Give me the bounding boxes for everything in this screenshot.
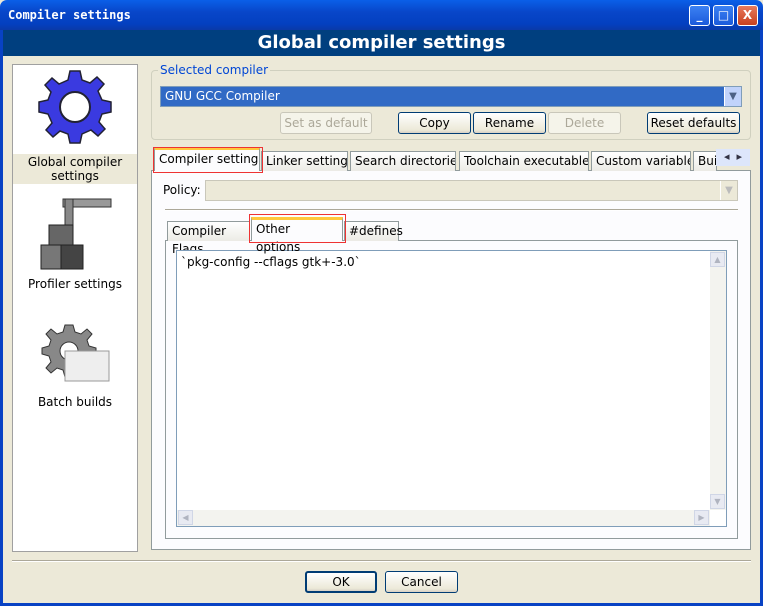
ok-button[interactable]: OK — [305, 571, 377, 593]
sidebar: Global compiler settings Profiler settin… — [12, 64, 138, 552]
chevron-down-icon[interactable]: ▼ — [724, 87, 741, 106]
horizontal-scrollbar[interactable]: ◀ ▶ — [177, 510, 710, 526]
scroll-right-icon[interactable]: ▶ — [694, 510, 709, 525]
separator — [12, 560, 751, 562]
other-options-text: `pkg-config --cflags gtk+-3.0` — [181, 255, 361, 269]
close-button[interactable]: X — [737, 5, 758, 26]
chevron-down-icon[interactable]: ▼ — [720, 181, 737, 200]
batch-builds-icon — [41, 324, 110, 382]
policy-select[interactable]: ▼ — [205, 180, 738, 201]
tab-linker-settings[interactable]: Linker settings — [261, 151, 348, 171]
maximize-button[interactable]: □ — [713, 5, 734, 26]
delete-button[interactable]: Delete — [548, 112, 621, 134]
window-title: Compiler settings — [8, 8, 131, 22]
tab-custom-variables[interactable]: Custom variables — [591, 151, 691, 171]
tab-scroll-right-icon[interactable]: ▸ — [737, 150, 743, 163]
sidebar-item-batch-builds[interactable]: Batch builds — [13, 321, 137, 410]
compiler-select-value: GNU GCC Compiler — [165, 89, 280, 103]
sidebar-item-profiler-settings[interactable]: Profiler settings — [13, 189, 137, 292]
gear-icon — [38, 70, 112, 144]
vertical-scrollbar[interactable]: ▲ ▼ — [710, 251, 726, 510]
rename-button[interactable]: Rename — [473, 112, 546, 134]
sidebar-item-label: Global compiler settings — [13, 154, 137, 184]
tab-toolchain-executables[interactable]: Toolchain executables — [459, 151, 589, 171]
page-title: Global compiler settings — [3, 30, 760, 56]
copy-button[interactable]: Copy — [398, 112, 471, 134]
reset-defaults-button[interactable]: Reset defaults — [647, 112, 740, 134]
policy-label: Policy: — [163, 183, 201, 197]
scroll-up-icon[interactable]: ▲ — [710, 252, 725, 267]
profiler-icon — [40, 198, 112, 270]
sidebar-item-label: Profiler settings — [28, 277, 122, 291]
separator — [165, 209, 738, 211]
compiler-select[interactable]: GNU GCC Compiler ▼ — [160, 86, 742, 107]
tab-build-options[interactable]: Build options — [693, 151, 717, 171]
tab-scroll-left-icon[interactable]: ◂ — [724, 150, 730, 163]
tab-other-options[interactable]: Other options — [251, 217, 343, 254]
minimize-button[interactable]: _ — [689, 5, 710, 26]
title-bar[interactable]: Compiler settings _ □ X — [0, 0, 763, 30]
scroll-left-icon[interactable]: ◀ — [178, 510, 193, 525]
tab-compiler-settings[interactable]: Compiler settings — [154, 147, 260, 171]
sidebar-item-global-compiler-settings[interactable]: Global compiler settings — [13, 67, 137, 184]
set-as-default-button[interactable]: Set as default — [280, 112, 372, 134]
tab-compiler-flags[interactable]: Compiler Flags — [167, 221, 250, 256]
scroll-down-icon[interactable]: ▼ — [710, 494, 725, 509]
tab-defines[interactable]: #defines — [344, 221, 403, 241]
tab-search-directories[interactable]: Search directories — [350, 151, 456, 171]
cancel-button[interactable]: Cancel — [385, 571, 458, 593]
other-options-textarea[interactable]: `pkg-config --cflags gtk+-3.0` ▲ ▼ ◀ ▶ — [176, 250, 727, 527]
sidebar-item-label: Batch builds — [37, 395, 113, 409]
selected-compiler-label: Selected compiler — [158, 63, 271, 77]
